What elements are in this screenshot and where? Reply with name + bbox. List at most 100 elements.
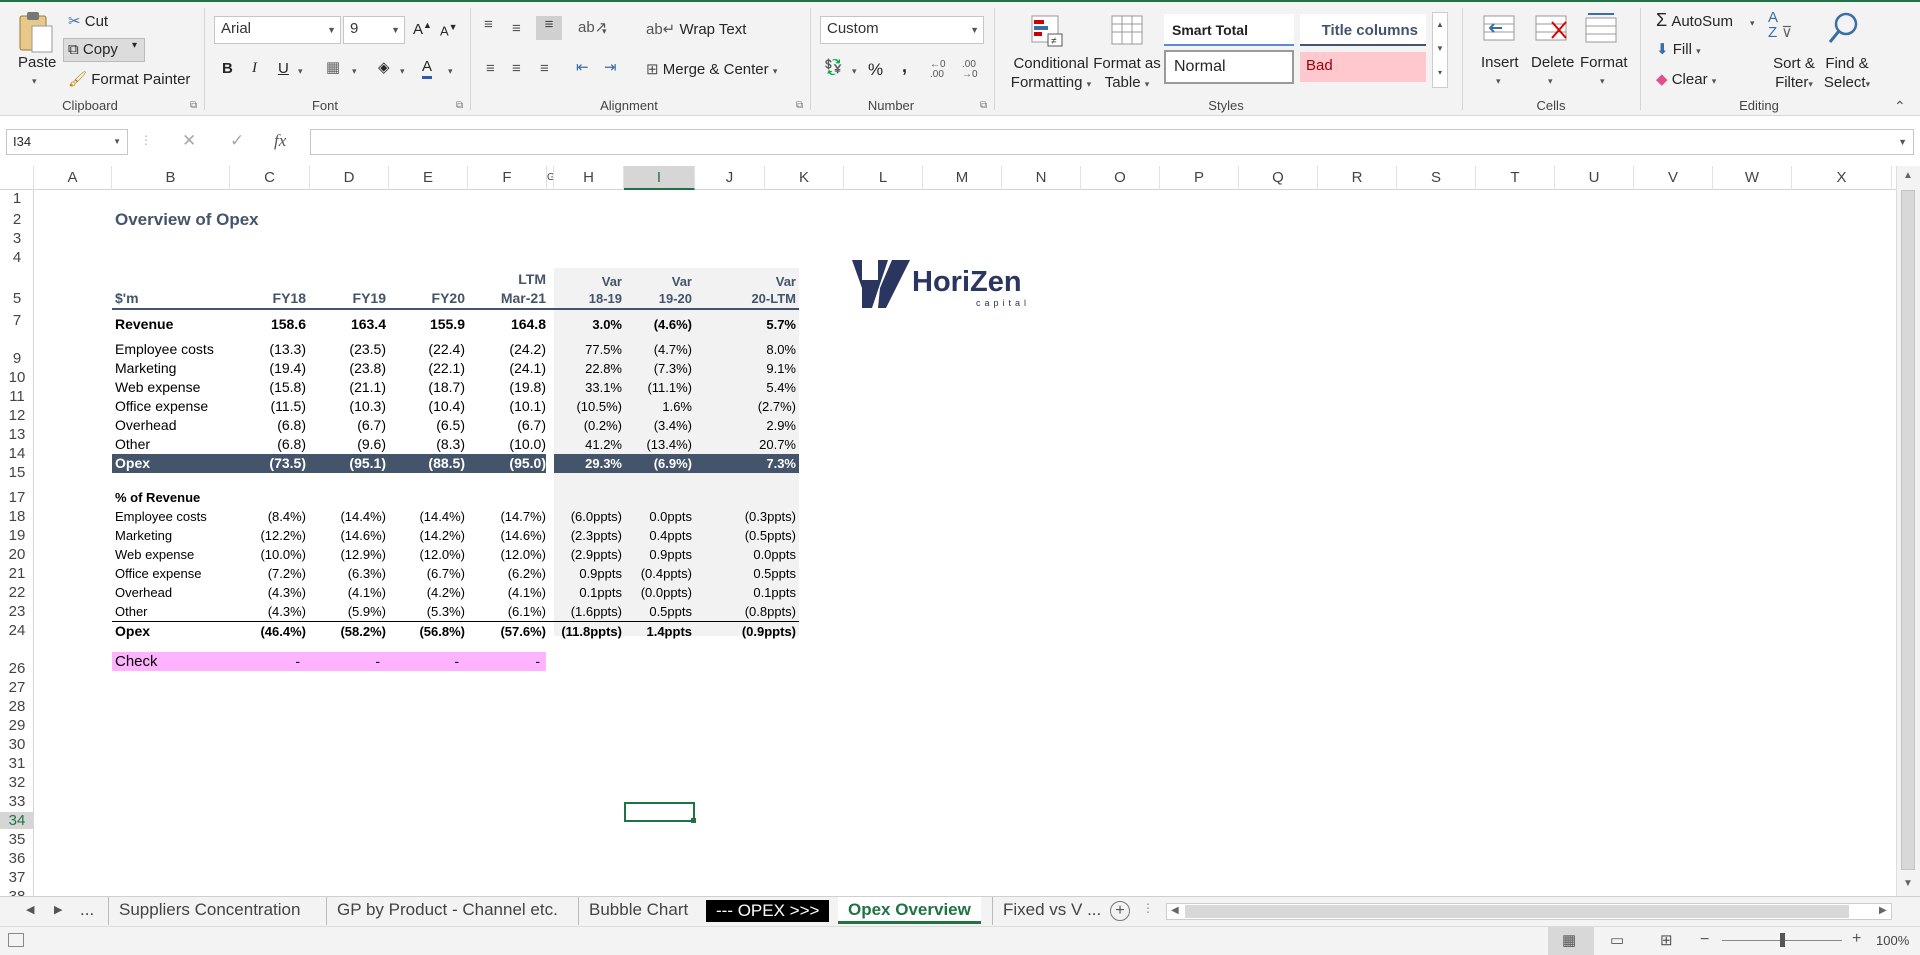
column-header[interactable]: O — [1081, 166, 1160, 190]
column-header[interactable]: K — [765, 166, 844, 190]
row-header[interactable]: 27 — [0, 679, 34, 696]
scroll-left-icon[interactable]: ◀ — [1171, 905, 1179, 916]
add-sheet-icon[interactable]: + — [1110, 901, 1130, 921]
fill-color-icon[interactable]: ◈ — [378, 58, 390, 76]
row-header[interactable]: 10 — [0, 369, 34, 386]
autosum-dropdown-icon[interactable]: ▾ — [1750, 18, 1755, 29]
vertical-scrollbar[interactable]: ▲ ▼ — [1896, 166, 1920, 896]
tab-fixed-vs-variable[interactable]: Fixed vs V ... — [992, 897, 1111, 925]
row-header[interactable]: 22 — [0, 584, 34, 601]
sort-filter-icon[interactable]: AZ ⊽ — [1768, 10, 1792, 40]
column-header[interactable]: N — [1002, 166, 1081, 190]
style-title-columns[interactable]: Title columns — [1300, 14, 1426, 46]
column-header[interactable]: G — [547, 166, 554, 190]
format-as-table-button[interactable]: Format as Table ▾ — [1092, 54, 1162, 94]
column-header[interactable]: Q — [1239, 166, 1318, 190]
increase-font-icon[interactable]: A▲ — [413, 20, 432, 38]
insert-cells-icon[interactable] — [1482, 12, 1518, 50]
tab-gp-by-product[interactable]: GP by Product - Channel etc. — [326, 897, 568, 925]
row-header[interactable]: 9 — [0, 350, 34, 367]
row-header[interactable]: 4 — [0, 249, 34, 266]
row-header[interactable]: 33 — [0, 793, 34, 810]
select-all-corner[interactable] — [0, 166, 34, 190]
font-color-dropdown-icon[interactable]: ▾ — [448, 66, 453, 77]
row-header[interactable]: 11 — [0, 388, 34, 405]
row-header[interactable]: 12 — [0, 407, 34, 424]
zoom-slider-thumb[interactable] — [1780, 933, 1785, 947]
tab-split-handle-icon[interactable]: ⋮ — [1142, 901, 1154, 915]
clear-button[interactable]: ◆ Clear ▾ — [1656, 70, 1716, 88]
column-header[interactable]: W — [1713, 166, 1792, 190]
row-header[interactable]: 29 — [0, 717, 34, 734]
paste-button[interactable]: Paste — [18, 54, 56, 71]
column-header[interactable]: F — [468, 166, 547, 190]
find-select-icon[interactable] — [1826, 10, 1862, 50]
confirm-formula-icon[interactable]: ✓ — [230, 131, 244, 151]
column-header[interactable]: T — [1476, 166, 1555, 190]
bold-button[interactable]: B — [222, 60, 233, 77]
row-header[interactable]: 20 — [0, 546, 34, 563]
style-smart-total[interactable]: Smart Total — [1164, 14, 1294, 46]
column-header[interactable]: C — [230, 166, 310, 190]
number-launcher-icon[interactable]: ⧉ — [980, 100, 987, 111]
row-header[interactable]: 1 — [0, 190, 34, 207]
italic-button[interactable]: I — [252, 60, 257, 77]
accounting-dropdown-icon[interactable]: ▾ — [852, 66, 857, 77]
row-header[interactable]: 2 — [0, 211, 34, 228]
wrap-text-button[interactable]: ab↵ Wrap Text — [646, 20, 746, 38]
name-box[interactable]: I34 ▼ — [6, 129, 128, 155]
align-top-icon[interactable]: ≡ — [484, 16, 493, 33]
align-left-icon[interactable]: ≡ — [486, 60, 495, 77]
row-header[interactable]: 31 — [0, 755, 34, 772]
column-header[interactable]: E — [389, 166, 468, 190]
column-header[interactable]: U — [1555, 166, 1634, 190]
conditional-formatting-button[interactable]: Conditional Formatting ▾ — [1008, 54, 1094, 94]
copy-dropdown-icon[interactable]: ▾ — [132, 40, 137, 51]
cancel-formula-icon[interactable]: ✕ — [182, 131, 196, 151]
paste-icon[interactable] — [14, 10, 58, 56]
page-break-view-icon[interactable]: ⊞ — [1660, 931, 1673, 949]
style-bad[interactable]: Bad — [1300, 52, 1426, 82]
cut-button[interactable]: ✂ Cut — [68, 12, 108, 30]
format-painter-button[interactable]: 🖌 Format Painter — [68, 70, 190, 88]
autosum-button[interactable]: Σ AutoSum — [1656, 10, 1733, 31]
row-header[interactable]: 3 — [0, 230, 34, 247]
font-color-icon[interactable]: A — [422, 58, 433, 79]
font-size-field[interactable]: 9 ▼ — [343, 16, 405, 44]
scroll-up-icon[interactable]: ▲ — [1903, 170, 1913, 181]
column-header[interactable]: L — [844, 166, 923, 190]
comma-style-button[interactable]: , — [902, 56, 907, 77]
tab-opex-overview[interactable]: Opex Overview — [838, 897, 981, 924]
align-center-icon[interactable]: ≡ — [512, 60, 521, 77]
increase-indent-icon[interactable]: ⇥ — [604, 58, 617, 76]
decrease-indent-icon[interactable]: ⇤ — [576, 58, 589, 76]
row-header[interactable]: 26 — [0, 660, 34, 677]
row-header[interactable]: 37 — [0, 869, 34, 886]
collapse-ribbon-icon[interactable]: ⌃ — [1894, 98, 1906, 115]
column-header[interactable]: H — [554, 166, 624, 190]
find-select-button[interactable]: Find & Select▾ — [1818, 54, 1876, 94]
row-header[interactable]: 5 — [0, 290, 34, 307]
column-header[interactable]: R — [1318, 166, 1397, 190]
row-header[interactable]: 23 — [0, 603, 34, 620]
orientation-dropdown-icon[interactable]: ▾ — [602, 26, 607, 37]
sort-filter-button[interactable]: Sort & Filter▾ — [1766, 54, 1822, 94]
column-header[interactable]: A — [34, 166, 112, 190]
row-header[interactable]: 28 — [0, 698, 34, 715]
clipboard-launcher-icon[interactable]: ⧉ — [190, 100, 197, 111]
format-button[interactable]: Format — [1580, 54, 1628, 71]
row-header[interactable]: 19 — [0, 527, 34, 544]
tab-more[interactable]: ... — [70, 897, 104, 925]
format-as-table-icon[interactable] — [1110, 14, 1144, 52]
align-right-icon[interactable]: ≡ — [540, 60, 549, 77]
insert-function-button[interactable]: fx — [274, 131, 286, 151]
insert-button[interactable]: Insert — [1481, 54, 1519, 71]
format-dropdown-icon[interactable]: ▾ — [1600, 76, 1605, 87]
row-header[interactable]: 14 — [0, 445, 34, 462]
row-header[interactable]: 36 — [0, 850, 34, 867]
zoom-out-icon[interactable]: − — [1700, 931, 1709, 949]
underline-dropdown-icon[interactable]: ▾ — [298, 66, 303, 77]
row-header[interactable]: 32 — [0, 774, 34, 791]
conditional-formatting-icon[interactable]: ≠ — [1030, 14, 1064, 52]
fill-handle[interactable] — [691, 818, 696, 823]
